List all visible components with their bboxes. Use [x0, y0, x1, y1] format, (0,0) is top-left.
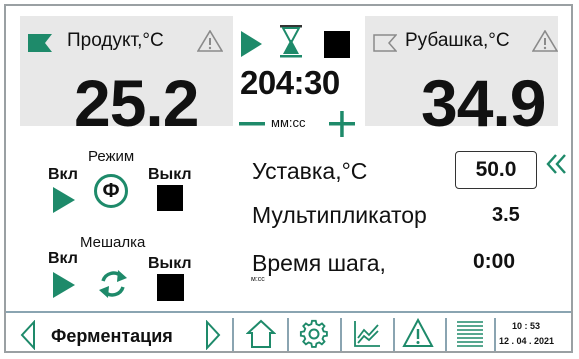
current-screen-label: Ферментация [51, 326, 173, 346]
flag-icon [28, 34, 52, 52]
product-temperature-value: 25.2 [74, 66, 199, 140]
mode-symbol: Ф [94, 174, 128, 208]
setpoint-input[interactable]: 50.0 [455, 151, 537, 189]
minus-icon[interactable] [237, 108, 267, 138]
nav-divider [6, 311, 571, 313]
product-temperature-panel: Продукт,°С 25.2 [20, 16, 233, 136]
trend-chart-icon[interactable] [353, 320, 381, 348]
mode-on-label: Вкл [48, 166, 78, 183]
mixer-start-button[interactable] [52, 271, 76, 299]
double-chevron-left-icon[interactable] [545, 153, 569, 175]
step-time-value: 0:00 [473, 250, 516, 273]
play-icon[interactable] [239, 30, 263, 58]
nav-separator [494, 318, 496, 351]
mode-stop-button[interactable] [157, 185, 183, 211]
step-time-label: Время шага, [252, 250, 386, 276]
multiplier-value: 3.5 [492, 204, 520, 226]
nav-separator [340, 318, 342, 351]
log-list-icon[interactable] [456, 320, 484, 348]
multiplier-label: Мультипликатор [252, 202, 427, 228]
jacket-temperature-panel: Рубашка,°С 34.9 [365, 16, 558, 136]
prev-screen-button[interactable] [20, 320, 36, 350]
warning-icon[interactable] [532, 30, 558, 52]
timer-value: 204:30 [240, 64, 340, 101]
warning-icon[interactable] [197, 30, 223, 52]
nav-separator [232, 318, 234, 351]
flag-outline-icon [373, 34, 397, 52]
clock-date: 12 . 04 . 2021 [499, 336, 555, 346]
nav-separator [287, 318, 289, 351]
gear-icon[interactable] [299, 319, 329, 349]
plus-icon[interactable] [327, 108, 357, 138]
alarm-warning-icon[interactable] [402, 318, 434, 348]
mode-title: Режим [88, 148, 135, 165]
product-title: Продукт,°С [67, 30, 164, 51]
timer-unit: мм:сс [271, 115, 306, 130]
stop-icon[interactable] [324, 31, 350, 58]
next-screen-button[interactable] [205, 320, 221, 350]
rotate-icon [99, 270, 127, 298]
clock-time: 10 : 53 [512, 321, 541, 331]
setpoint-label: Уставка,°С [252, 158, 368, 184]
nav-separator [393, 318, 395, 351]
step-time-unit: м:сс [251, 276, 265, 283]
mode-off-label: Выкл [148, 166, 192, 183]
mixer-stop-button[interactable] [157, 274, 184, 301]
mode-start-button[interactable] [52, 186, 76, 214]
mixer-on-label: Вкл [48, 250, 78, 267]
jacket-temperature-value: 34.9 [421, 66, 546, 140]
nav-separator [445, 318, 447, 351]
mixer-off-label: Выкл [148, 255, 192, 272]
mixer-title: Мешалка [80, 234, 146, 251]
jacket-title: Рубашка,°С [405, 30, 510, 51]
hourglass-icon [280, 25, 302, 58]
home-icon[interactable] [246, 319, 276, 349]
